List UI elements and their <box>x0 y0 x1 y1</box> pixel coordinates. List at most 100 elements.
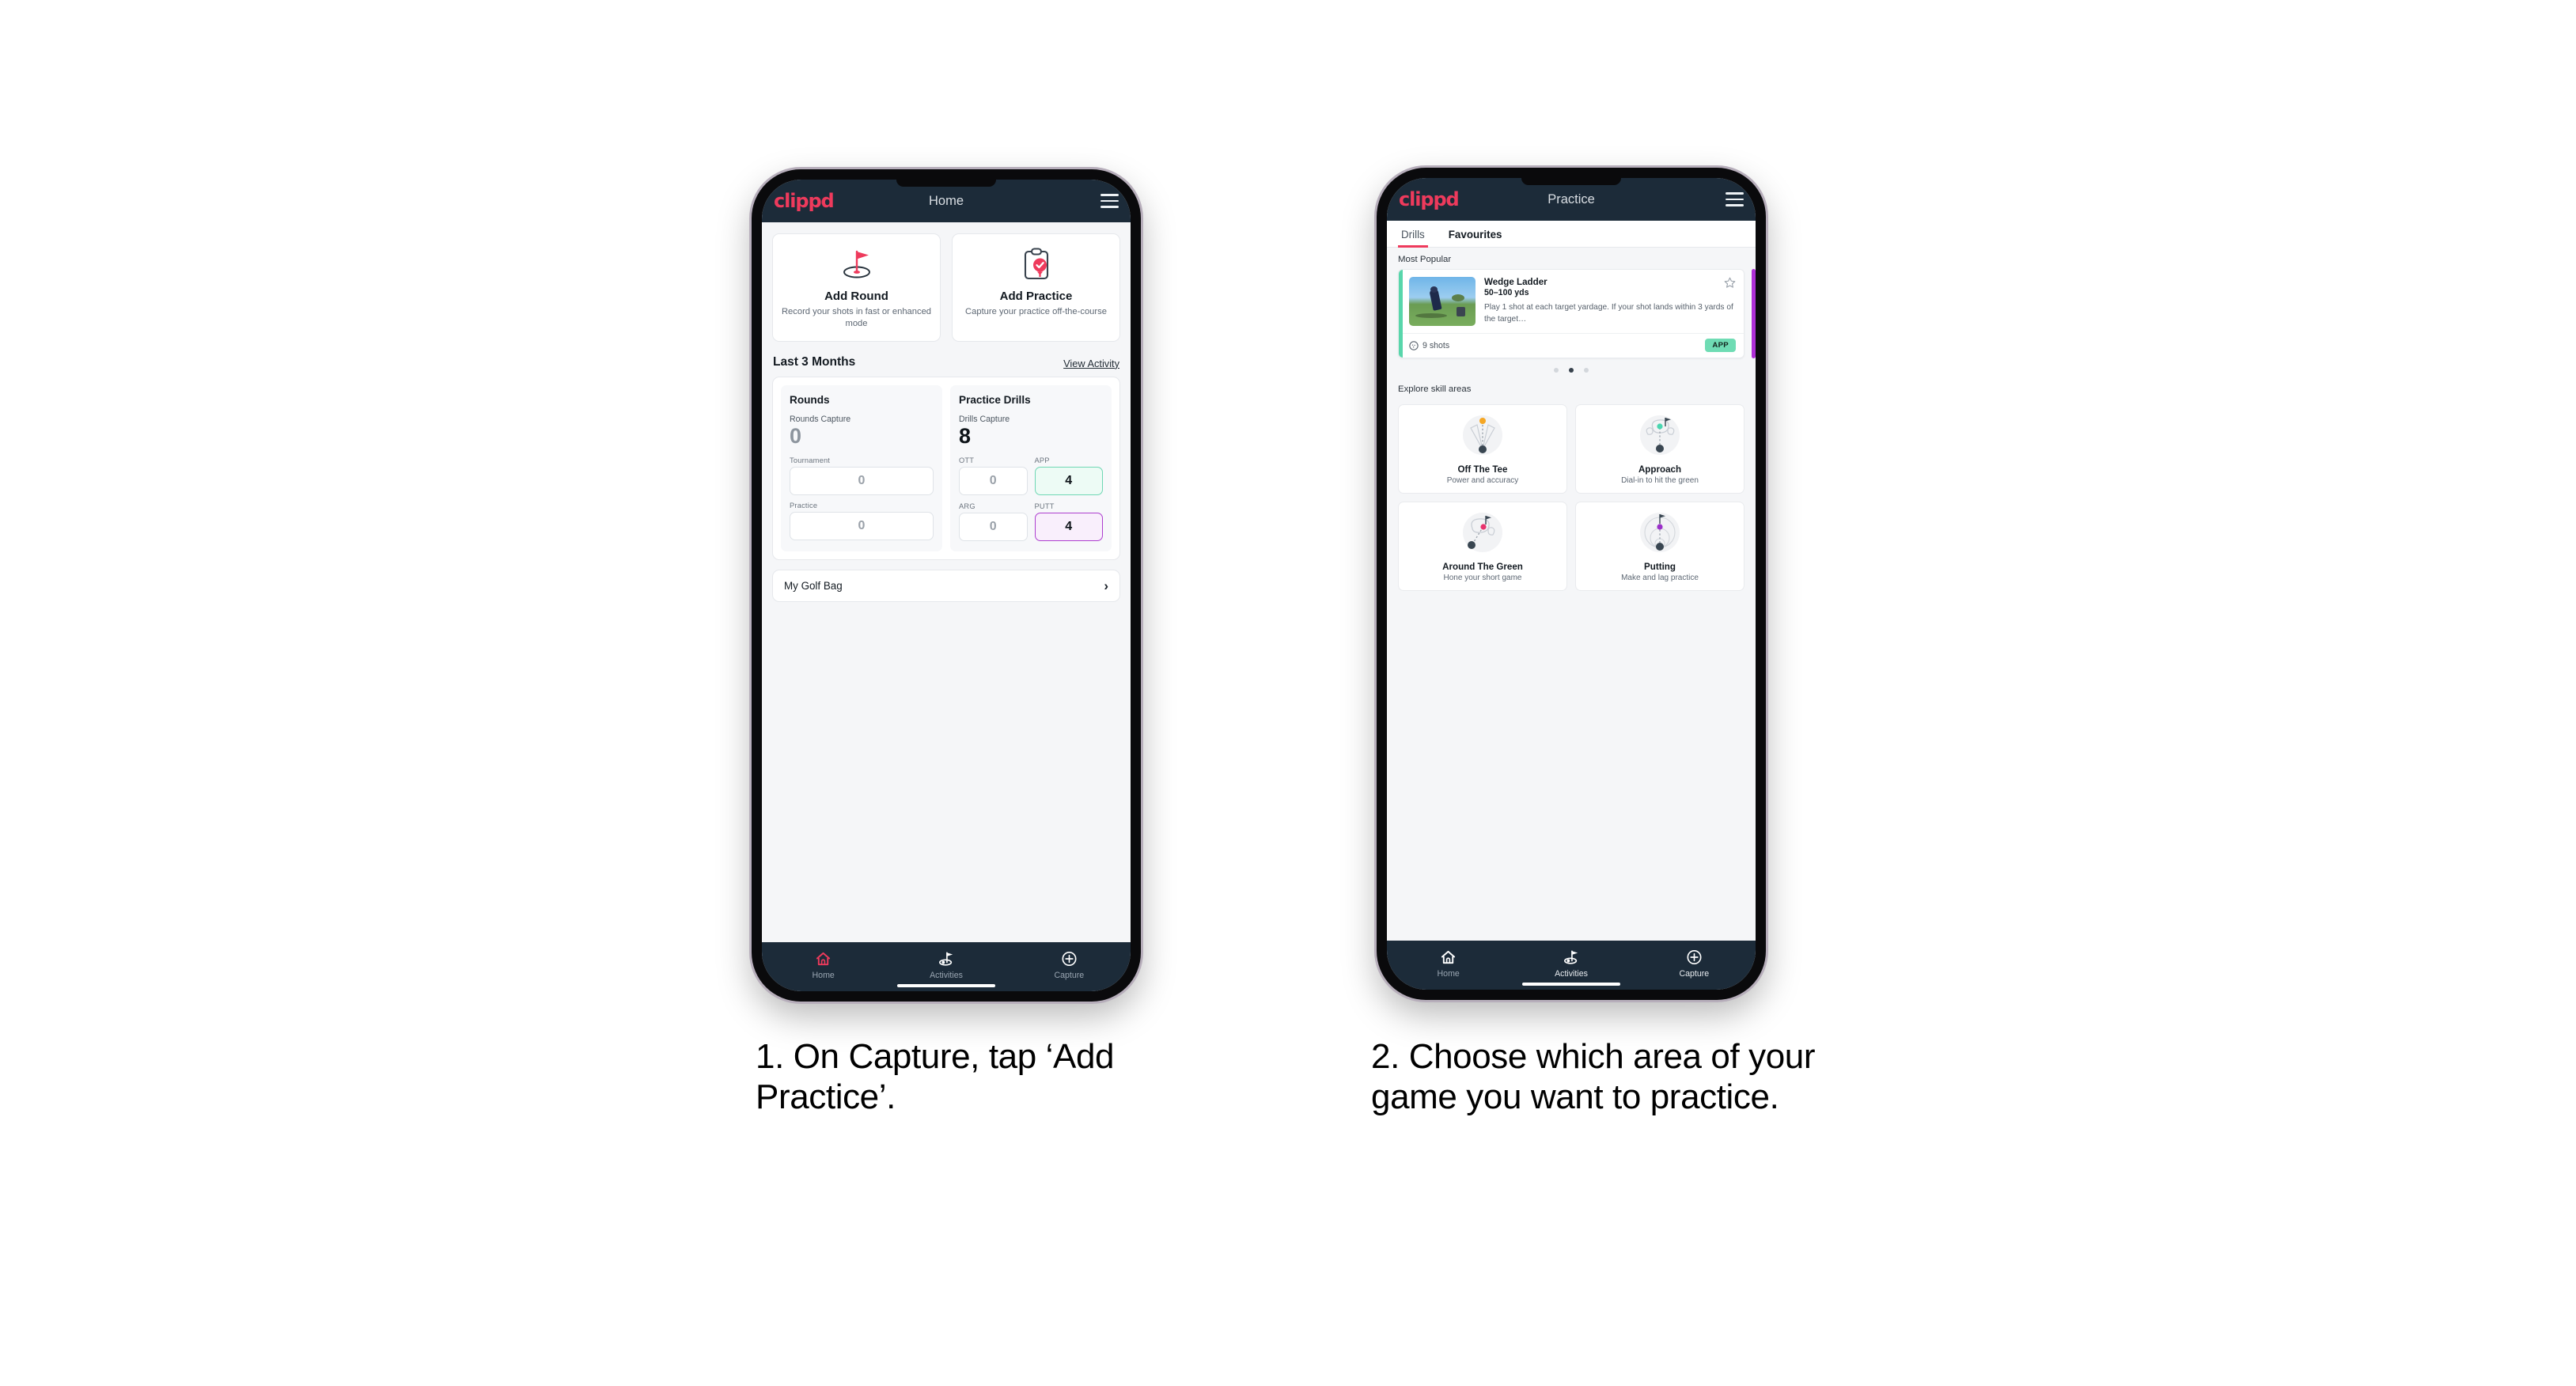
device-notch <box>1521 178 1621 185</box>
add-practice-card[interactable]: Add Practice Capture your practice off-t… <box>952 233 1120 342</box>
home-indicator <box>897 983 995 987</box>
tee-shot-dispersion-icon <box>1404 412 1562 461</box>
skill-name: Off The Tee <box>1457 464 1508 475</box>
explore-skill-areas-label: Explore skill areas <box>1398 384 1472 394</box>
home-icon <box>1441 950 1456 964</box>
skill-subtitle: Dial-in to hit the green <box>1621 476 1699 485</box>
skill-name: Putting <box>1644 562 1676 572</box>
nav-item-activities[interactable]: Activities <box>1510 949 1632 979</box>
skill-subtitle: Power and accuracy <box>1446 476 1519 485</box>
drill-card-wedge-ladder[interactable]: Wedge Ladder 50–100 yds Play 1 shot at e… <box>1398 269 1744 358</box>
nav-item-capture[interactable]: Capture <box>1633 949 1756 979</box>
app-label: APP <box>1034 456 1050 465</box>
drill-yardage: 50–100 yds <box>1484 288 1529 297</box>
ott-stat: OTT 0 <box>959 456 1028 496</box>
chevron-right-icon: › <box>1104 578 1108 594</box>
caption-step-1: 1. On Capture, tap ‘Add Practice’. <box>756 1037 1115 1117</box>
putting-rings-icon <box>1581 509 1739 559</box>
skill-subtitle: Make and lag practice <box>1621 574 1699 582</box>
skill-card-off-the-tee[interactable]: Off The Tee Power and accuracy <box>1398 404 1567 494</box>
carousel-dot-3[interactable] <box>1584 368 1589 373</box>
next-drill-peek[interactable] <box>1752 269 1756 358</box>
stats-card: Rounds Rounds Capture 0 Tournament 0 Pra… <box>772 376 1120 561</box>
skill-name: Around The Green <box>1442 562 1523 572</box>
practice-stat: Practice 0 <box>790 502 934 541</box>
practice-value[interactable]: 0 <box>790 512 934 541</box>
tab-favourites[interactable]: Favourites <box>1445 221 1506 247</box>
skill-card-putting[interactable]: Putting Make and lag practice <box>1575 502 1744 591</box>
most-popular-label: Most Popular <box>1398 255 1452 264</box>
drill-meta: Wedge Ladder 50–100 yds Play 1 shot at e… <box>1484 277 1736 326</box>
golf-flag-hole-icon <box>779 245 934 283</box>
drill-description: Play 1 shot at each target yardage. If y… <box>1484 303 1733 324</box>
nav-label-home: Home <box>1437 968 1460 979</box>
clippd-logo[interactable]: clippd <box>774 190 835 212</box>
tab-drills[interactable]: Drills <box>1398 221 1428 248</box>
add-round-card[interactable]: Add Round Record your shots in fast or e… <box>772 233 941 342</box>
my-golf-bag-label: My Golf Bag <box>784 580 843 593</box>
my-golf-bag-row[interactable]: My Golf Bag › <box>772 570 1120 603</box>
section-header: Last 3 Months View Activity <box>762 342 1131 377</box>
star-outline-icon[interactable] <box>1724 277 1736 293</box>
view-activity-link[interactable]: View Activity <box>1063 358 1119 369</box>
drill-thumbnail <box>1409 277 1476 326</box>
drill-card-top: Wedge Ladder 50–100 yds Play 1 shot at e… <box>1399 270 1744 333</box>
plus-circle-icon <box>1062 951 1077 966</box>
clipboard-check-icon <box>959 245 1113 283</box>
tournament-stat: Tournament 0 <box>790 456 934 496</box>
nav-item-capture[interactable]: Capture <box>1008 951 1131 980</box>
phone-mockup-practice: clippd Practice Drills Favourites Most P… <box>1377 168 1766 1000</box>
phone-screen-practice: clippd Practice Drills Favourites Most P… <box>1387 178 1756 990</box>
practice-content: Most Popular Wedge Ladder 50–100 yds Pla… <box>1387 248 1756 941</box>
skill-card-approach[interactable]: Approach Dial-in to hit the green <box>1575 404 1744 494</box>
phone-mockup-home: clippd Home Add Round Record your shots … <box>752 169 1141 1002</box>
nav-label-home: Home <box>812 970 835 980</box>
drill-name: Wedge Ladder <box>1484 277 1547 287</box>
drills-capture-value: 8 <box>959 423 972 448</box>
rounds-column: Rounds Rounds Capture 0 Tournament 0 Pra… <box>781 384 942 552</box>
bottom-nav-home: Home Activities Capture <box>762 942 1131 991</box>
quick-actions-row: Add Round Record your shots in fast or e… <box>762 222 1131 342</box>
skill-card-around-the-green[interactable]: Around The Green Hone your short game <box>1398 502 1567 591</box>
app-value[interactable]: 4 <box>1034 467 1103 496</box>
golf-ball-icon <box>1409 340 1419 350</box>
carousel-dots <box>1387 358 1756 373</box>
carousel-dot-1[interactable] <box>1554 368 1559 373</box>
nav-label-activities: Activities <box>930 970 963 980</box>
app-stat: APP 4 <box>1034 456 1103 496</box>
ott-value[interactable]: 0 <box>959 467 1028 496</box>
nav-label-activities: Activities <box>1555 968 1588 979</box>
home-indicator <box>1522 982 1620 986</box>
carousel-dot-2[interactable] <box>1569 368 1574 373</box>
ott-label: OTT <box>959 456 975 465</box>
section-title: Last 3 Months <box>773 354 856 369</box>
home-icon <box>816 952 831 965</box>
clippd-logo[interactable]: clippd <box>1399 188 1460 210</box>
drills-column: Practice Drills Drills Capture 8 OTT 0 A… <box>950 384 1112 552</box>
putt-stat: PUTT 4 <box>1034 502 1103 542</box>
arg-value[interactable]: 0 <box>959 513 1028 542</box>
skill-areas-grid: Off The Tee Power and accuracy Approach … <box>1387 399 1756 591</box>
caption-step-2: 2. Choose which area of your game you wa… <box>1371 1037 1816 1117</box>
add-round-subtitle: Record your shots in fast or enhanced mo… <box>781 307 932 329</box>
tutorial-page: clippd Home Add Round Record your shots … <box>0 0 2576 1386</box>
drill-card-footer: 9 shots APP <box>1399 333 1744 358</box>
hamburger-icon[interactable] <box>1726 192 1744 206</box>
nav-item-home[interactable]: Home <box>762 951 885 980</box>
nav-item-home[interactable]: Home <box>1387 949 1510 979</box>
drill-shots: 9 shots <box>1409 341 1449 350</box>
add-practice-subtitle: Capture your practice off-the-course <box>965 307 1107 316</box>
tournament-value[interactable]: 0 <box>790 467 934 496</box>
bottom-nav-practice: Home Activities Capture <box>1387 941 1756 990</box>
tab-bar: Drills Favourites <box>1387 221 1756 248</box>
hamburger-icon[interactable] <box>1100 194 1119 208</box>
putt-value[interactable]: 4 <box>1034 513 1103 542</box>
practice-label: Practice <box>790 502 818 510</box>
nav-label-capture: Capture <box>1679 968 1710 979</box>
rounds-capture-value: 0 <box>790 423 802 448</box>
nav-item-activities[interactable]: Activities <box>885 951 1007 980</box>
approach-green-icon <box>1581 412 1739 461</box>
drills-heading: Practice Drills <box>959 393 1031 406</box>
drill-category-grid: OTT 0 APP 4 ARG 0 PUTT 4 <box>959 456 1103 542</box>
drills-capture-label: Drills Capture <box>959 414 1010 424</box>
